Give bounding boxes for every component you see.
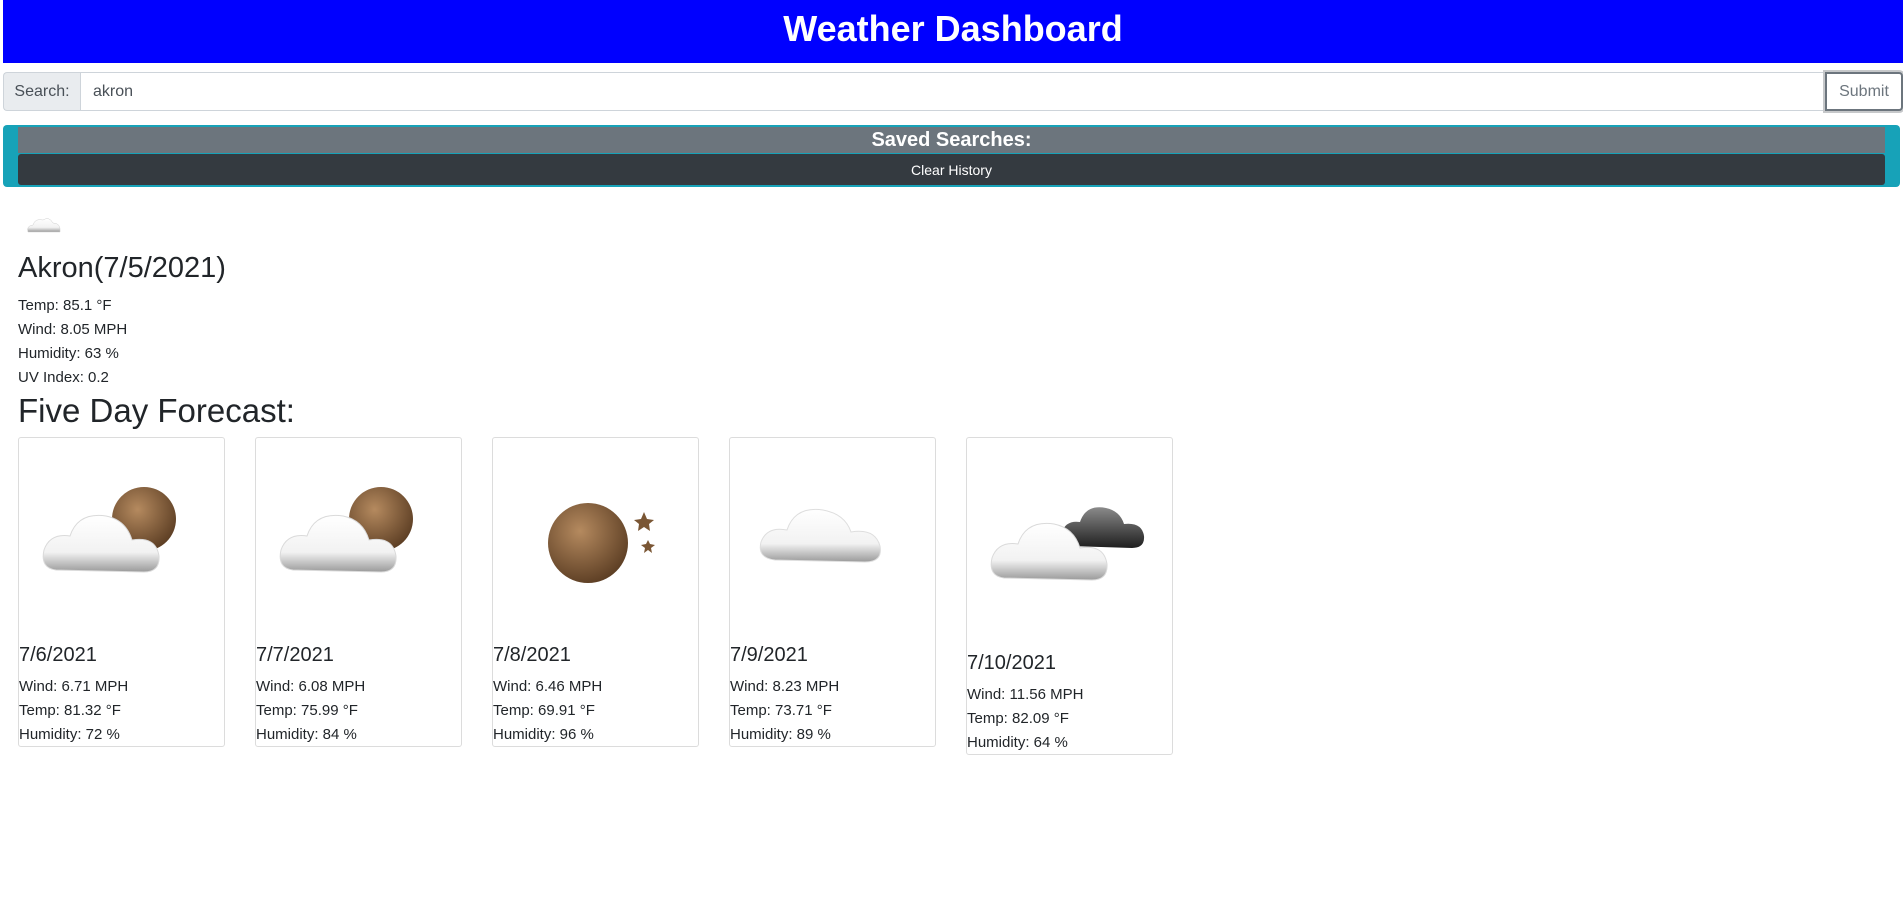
search-input[interactable] [80,72,1825,111]
search-label: Search: [3,72,80,111]
forecast-humidity: Humidity: 64 % [967,734,1068,751]
forecast-humidity: Humidity: 89 % [730,726,831,743]
broken-clouds-icon [990,507,1145,581]
cloud-icon [27,218,61,233]
submit-button[interactable]: Submit [1825,72,1903,111]
forecast-wind: Wind: 6.46 MPH [493,678,603,695]
partly-cloudy-night-icon [279,487,413,573]
forecast-date: 7/8/2021 [493,644,571,666]
forecast-date: 7/7/2021 [256,644,334,666]
forecast-temp: Temp: 73.71 °F [730,702,832,719]
forecast-card: 7/6/2021 Wind: 6.71 MPH Temp: 81.32 °F H… [18,437,225,747]
page-header: Weather Dashboard [3,0,1903,63]
forecast-date: 7/10/2021 [967,652,1056,674]
forecast-wind: Wind: 8.23 MPH [730,678,840,695]
forecast-date: 7/6/2021 [19,644,97,666]
saved-searches-panel: Saved Searches: Clear History [3,125,1900,187]
forecast-card: 7/8/2021 Wind: 6.46 MPH Temp: 69.91 °F H… [492,437,699,747]
current-city-title: Akron(7/5/2021) [18,252,226,284]
forecast-temp: Temp: 69.91 °F [493,702,595,719]
current-temp: Temp: 85.1 °F [18,297,112,314]
forecast-wind: Wind: 11.56 MPH [967,686,1084,703]
saved-searches-title: Saved Searches: [18,127,1885,153]
cloud-icon [759,508,881,563]
forecast-humidity: Humidity: 84 % [256,726,357,743]
forecast-card: 7/9/2021 Wind: 8.23 MPH Temp: 73.71 °F H… [729,437,936,747]
forecast-card: 7/10/2021 Wind: 11.56 MPH Temp: 82.09 °F… [966,437,1173,755]
forecast-temp: Temp: 81.32 °F [19,702,121,719]
partly-cloudy-night-icon [42,487,176,573]
current-uv-index: UV Index: 0.2 [18,369,109,386]
forecast-humidity: Humidity: 72 % [19,726,120,743]
clear-history-button[interactable]: Clear History [18,154,1885,185]
page-title: Weather Dashboard [783,8,1123,49]
current-humidity: Humidity: 63 % [18,345,119,362]
forecast-humidity: Humidity: 96 % [493,726,594,743]
forecast-card: 7/7/2021 Wind: 6.08 MPH Temp: 75.99 °F H… [255,437,462,747]
search-bar: Search: Submit [3,72,1903,111]
forecast-wind: Wind: 6.08 MPH [256,678,366,695]
current-wind: Wind: 8.05 MPH [18,321,128,338]
forecast-title: Five Day Forecast: [18,392,295,429]
forecast-temp: Temp: 75.99 °F [256,702,358,719]
forecast-wind: Wind: 6.71 MPH [19,678,129,695]
clear-night-icon [548,503,655,583]
forecast-date: 7/9/2021 [730,644,808,666]
forecast-temp: Temp: 82.09 °F [967,710,1069,727]
